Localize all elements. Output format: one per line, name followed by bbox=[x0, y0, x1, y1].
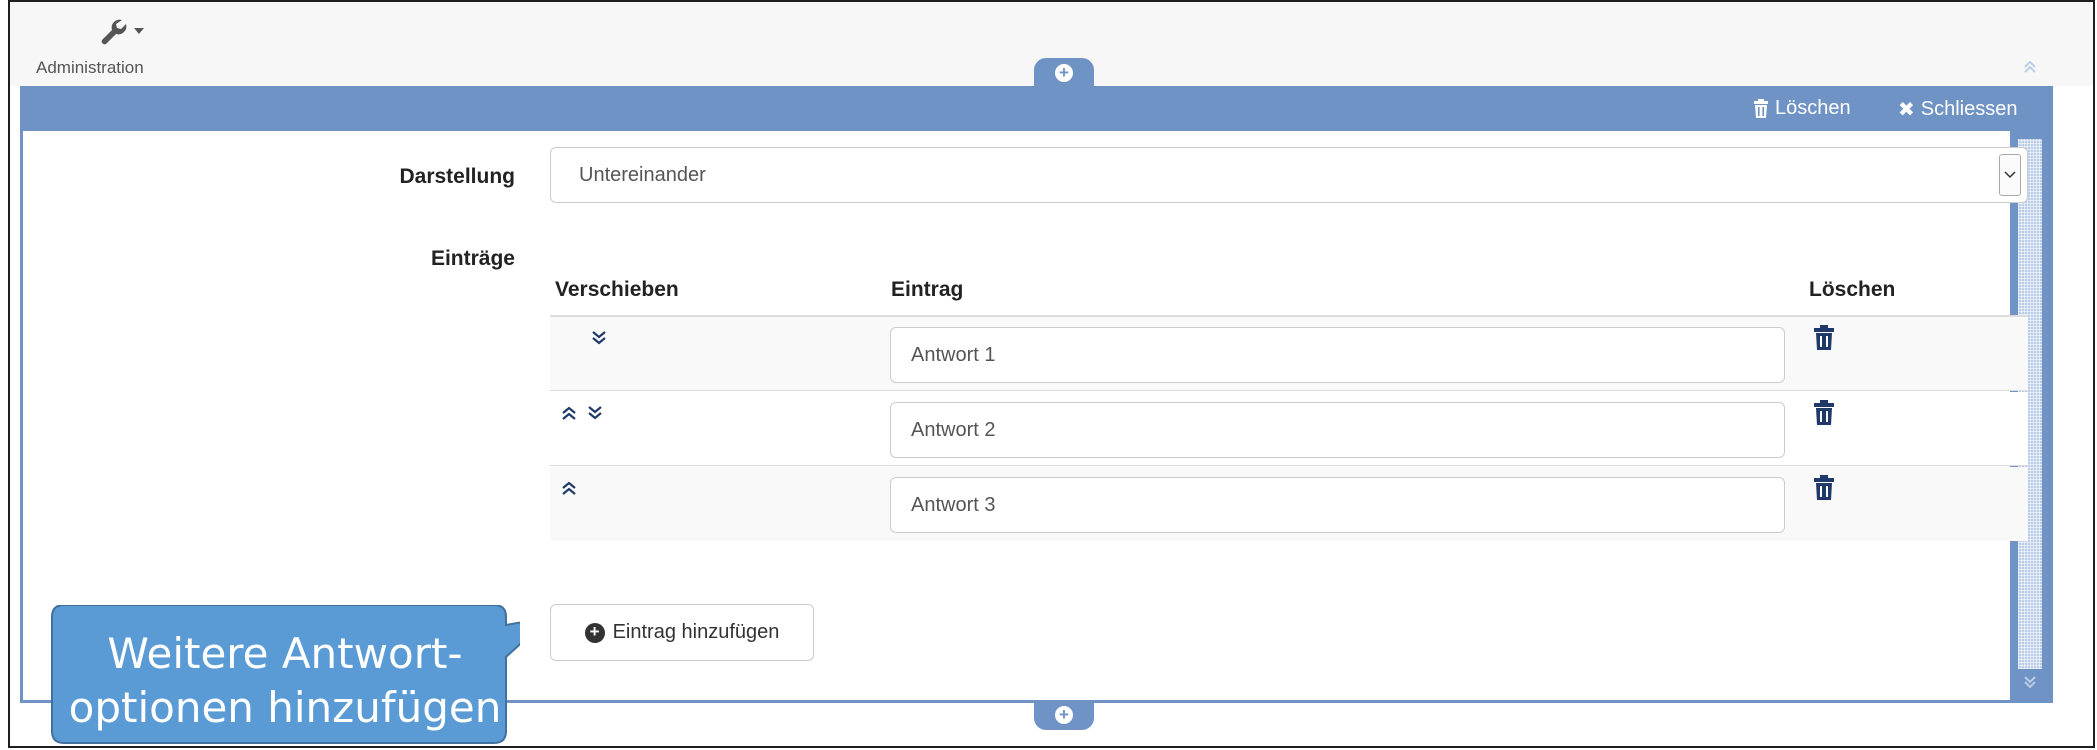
delete-row-button[interactable] bbox=[1813, 475, 1839, 505]
entry-input[interactable] bbox=[890, 477, 1785, 533]
application-frame: Administration + Löschen ✖ Schliessen Da… bbox=[8, 0, 2095, 748]
administration-menu[interactable]: Administration bbox=[36, 10, 186, 80]
panel-header: Löschen ✖ Schliessen bbox=[23, 89, 2050, 131]
plus-circle-icon: + bbox=[1055, 63, 1073, 82]
darstellung-label: Darstellung bbox=[399, 165, 515, 188]
move-down-button[interactable] bbox=[586, 327, 612, 349]
panel-close-label: Schliessen bbox=[1920, 98, 2018, 120]
plus-circle-icon: + bbox=[1055, 705, 1073, 724]
callout-line-2: optionen hinzufügen bbox=[68, 683, 502, 732]
darstellung-select[interactable]: Untereinander bbox=[550, 147, 2028, 203]
scroll-up-button[interactable] bbox=[2018, 55, 2042, 79]
insert-above-button[interactable]: + bbox=[1034, 58, 1094, 88]
close-icon: ✖ bbox=[1898, 99, 1915, 121]
wrench-dropdown bbox=[98, 14, 158, 50]
double-chevron-up-icon bbox=[562, 406, 576, 420]
delete-row-button[interactable] bbox=[1813, 400, 1839, 430]
scroll-down-button[interactable] bbox=[2018, 670, 2042, 694]
double-chevron-up-icon bbox=[2024, 60, 2036, 73]
column-header-verschieben: Verschieben bbox=[555, 278, 679, 301]
panel-delete-button[interactable]: Löschen bbox=[1753, 97, 1851, 120]
trash-icon bbox=[1754, 98, 1768, 118]
eintraege-label: Einträge bbox=[430, 247, 515, 270]
entry-input[interactable] bbox=[890, 327, 1785, 383]
caret-down-icon bbox=[134, 28, 144, 34]
table-row bbox=[550, 467, 2028, 541]
move-up-button[interactable] bbox=[556, 402, 582, 424]
entry-input[interactable] bbox=[890, 402, 1785, 458]
double-chevron-up-icon bbox=[562, 481, 576, 495]
wrench-icon bbox=[101, 19, 144, 45]
table-row bbox=[550, 317, 2028, 391]
insert-below-button[interactable]: + bbox=[1034, 700, 1094, 730]
panel-delete-label: Löschen bbox=[1775, 97, 1851, 119]
chevron-down-icon bbox=[1999, 154, 2021, 196]
move-down-button[interactable] bbox=[582, 402, 608, 424]
delete-row-button[interactable] bbox=[1813, 325, 1839, 355]
plus-circle-icon: + bbox=[584, 622, 605, 643]
column-header-loeschen: Löschen bbox=[1809, 278, 1896, 301]
darstellung-selected-value: Untereinander bbox=[579, 164, 706, 186]
add-entry-button[interactable]: + Eintrag hinzufügen bbox=[550, 604, 814, 661]
column-header-eintrag: Eintrag bbox=[891, 278, 964, 301]
trash-icon bbox=[1814, 400, 1834, 425]
callout-line-1: Weitere Antwort- bbox=[107, 629, 463, 678]
administration-label: Administration bbox=[36, 58, 144, 77]
double-chevron-down-icon bbox=[588, 406, 602, 420]
double-chevron-down-icon bbox=[2024, 676, 2036, 689]
trash-icon bbox=[1814, 475, 1834, 500]
move-up-button[interactable] bbox=[556, 477, 582, 499]
panel-close-button[interactable]: ✖ Schliessen bbox=[1898, 97, 2017, 122]
add-entry-label: Eintrag hinzufügen bbox=[612, 621, 780, 643]
double-chevron-down-icon bbox=[592, 331, 606, 345]
annotation-callout: Weitere Antwort- optionen hinzufügen bbox=[50, 605, 520, 745]
callout-text: Weitere Antwort- optionen hinzufügen bbox=[50, 627, 520, 735]
table-row bbox=[550, 392, 2028, 466]
trash-icon bbox=[1814, 325, 1834, 350]
